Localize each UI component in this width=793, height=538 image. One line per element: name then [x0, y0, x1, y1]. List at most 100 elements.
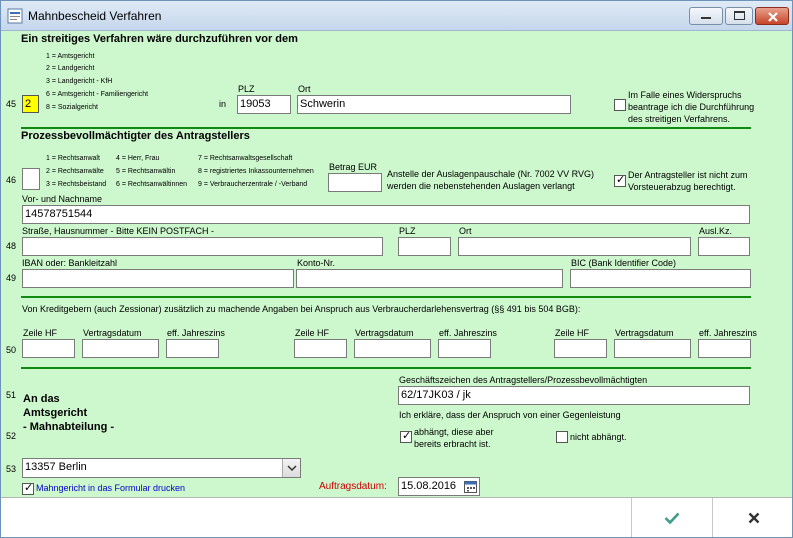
auslagen-text: werden die nebenstehenden Auslagen verla… — [387, 181, 575, 191]
auftragsdatum-input[interactable]: 15.08.2016 — [398, 477, 480, 496]
checkmark-icon: ✓ — [402, 430, 412, 442]
row-number: 46 — [6, 175, 17, 185]
row-number: 53 — [6, 464, 17, 474]
kredit-note: Von Kreditgebern (auch Zessionar) zusätz… — [22, 304, 581, 314]
konto-input[interactable] — [296, 269, 563, 288]
zeile-hf-input[interactable] — [22, 339, 75, 358]
court-option: 8 = Sozialgericht — [46, 104, 98, 111]
geschaeftszeichen-input[interactable]: 62/17JK03 / jk — [398, 386, 750, 405]
widerspruch-checkbox[interactable] — [614, 99, 626, 111]
abhaengt-checkbox[interactable]: ✓ — [400, 430, 412, 443]
cancel-button[interactable] — [712, 498, 792, 537]
row-number: 48 — [6, 241, 17, 251]
vertragsdatum-input[interactable] — [354, 339, 431, 358]
jahreszins-label: eff. Jahreszins — [699, 328, 757, 338]
court-select-value: 13357 Berlin — [25, 461, 87, 473]
nicht-abhaengt-checkbox[interactable] — [556, 431, 568, 443]
auslkz-input[interactable] — [698, 237, 750, 256]
betrag-input[interactable] — [328, 173, 382, 192]
rep-code-input[interactable] — [22, 168, 40, 190]
rep-ort-input[interactable] — [458, 237, 691, 256]
address-line: - Mahnabteilung - — [23, 421, 115, 433]
jahreszins-input[interactable] — [166, 339, 219, 358]
divider — [21, 296, 751, 298]
court-plz-input[interactable]: 19053 — [237, 95, 291, 114]
court-option: 6 = Amtsgericht - Familiengericht — [46, 91, 149, 98]
bic-label: BIC (Bank Identifier Code) — [571, 258, 677, 268]
name-input[interactable]: 14578751544 — [22, 205, 750, 224]
section-heading-representative: Prozessbevollmächtigter des Antragstelle… — [21, 130, 250, 142]
auftragsdatum-label: Auftragsdatum: — [319, 481, 387, 492]
rep-option: 3 = Rechtsbeistand — [46, 181, 107, 188]
x-icon — [748, 512, 760, 524]
court-ort-input[interactable]: Schwerin — [297, 95, 571, 114]
widerspruch-text: des streitigen Verfahrens. — [628, 114, 731, 124]
geschaeftszeichen-label: Geschäftszeichen des Antragstellers/Proz… — [399, 375, 648, 385]
rep-option: 1 = Rechtsanwalt — [46, 155, 100, 162]
jahreszins-label: eff. Jahreszins — [439, 328, 497, 338]
close-window-button[interactable] — [755, 7, 789, 25]
auslkz-label: Ausl.Kz. — [699, 226, 733, 236]
print-court-label: Mahngericht in das Formular drucken — [36, 483, 186, 493]
rep-option: 9 = Verbraucherzentrale / -Verband — [198, 181, 308, 188]
iban-label: IBAN oder: Bankleitzahl — [22, 258, 118, 268]
divider — [21, 367, 751, 369]
divider — [21, 127, 751, 129]
bic-input[interactable] — [570, 269, 751, 288]
abhaengt-text: abhängt, diese aber — [414, 427, 494, 437]
plz-label: PLZ — [238, 84, 255, 94]
row-number: 49 — [6, 273, 17, 283]
print-court-checkbox[interactable]: ✓ — [22, 482, 34, 495]
ok-button[interactable] — [631, 498, 712, 537]
jahreszins-input[interactable] — [698, 339, 751, 358]
address-line: An das — [23, 393, 60, 405]
rep-option: 7 = Rechtsanwaltsgesellschaft — [198, 155, 293, 162]
nicht-abhaengt-text: nicht abhängt. — [570, 432, 627, 442]
zeile-hf-label: Zeile HF — [23, 328, 58, 338]
court-option: 3 = Landgericht - KfH — [46, 78, 113, 85]
calendar-icon[interactable] — [464, 480, 477, 493]
vorsteuer-checkbox[interactable]: ✓ — [614, 174, 626, 187]
row-number: 52 — [6, 431, 17, 441]
iban-input[interactable] — [22, 269, 294, 288]
vertragsdatum-input[interactable] — [82, 339, 159, 358]
court-code-input[interactable]: 2 — [22, 95, 39, 113]
app-icon — [7, 8, 23, 24]
auslagen-text: Anstelle der Auslagenpauschale (Nr. 7002… — [387, 169, 594, 179]
widerspruch-text: beantrage ich die Durchführung — [628, 102, 755, 112]
maximize-button[interactable] — [725, 7, 753, 25]
auftragsdatum-value: 15.08.2016 — [401, 480, 457, 492]
plz-label: PLZ — [399, 226, 416, 236]
rep-option: 6 = Rechtsanwältinnen — [116, 181, 188, 188]
jahreszins-label: eff. Jahreszins — [167, 328, 225, 338]
rep-option: 8 = registriertes Inkassounternehmen — [198, 168, 314, 175]
row-number: 45 — [6, 99, 17, 109]
minimize-button[interactable] — [689, 7, 723, 25]
minimize-icon — [701, 17, 711, 19]
name-label: Vor- und Nachname — [22, 194, 103, 204]
ort-label: Ort — [459, 226, 472, 236]
row-number: 50 — [6, 345, 17, 355]
window: Mahnbescheid Verfahren Ein streitiges Ve… — [0, 0, 793, 538]
strasse-input[interactable] — [22, 237, 383, 256]
court-select[interactable]: 13357 Berlin — [22, 458, 301, 478]
zeile-hf-input[interactable] — [294, 339, 347, 358]
checkmark-icon: ✓ — [616, 174, 626, 186]
betrag-label: Betrag EUR — [329, 162, 378, 172]
vertragsdatum-input[interactable] — [614, 339, 691, 358]
vorsteuer-text: Der Antragsteller ist nicht zum — [628, 170, 748, 180]
strasse-label: Straße, Hausnummer - Bitte KEIN POSTFACH… — [22, 226, 215, 236]
jahreszins-input[interactable] — [438, 339, 491, 358]
footer-bar — [1, 497, 792, 537]
maximize-icon — [734, 11, 745, 20]
zeile-hf-input[interactable] — [554, 339, 607, 358]
rep-option: 2 = Rechtsanwälte — [46, 168, 104, 175]
vertragsdatum-label: Vertragsdatum — [355, 328, 414, 338]
konto-label: Konto-Nr. — [297, 258, 336, 268]
window-title: Mahnbescheid Verfahren — [28, 9, 162, 23]
rep-option: 4 = Herr, Frau — [116, 155, 160, 162]
row-number: 51 — [6, 390, 17, 400]
dropdown-button[interactable] — [282, 459, 300, 477]
court-option: 2 = Landgericht — [46, 65, 95, 72]
rep-plz-input[interactable] — [398, 237, 451, 256]
